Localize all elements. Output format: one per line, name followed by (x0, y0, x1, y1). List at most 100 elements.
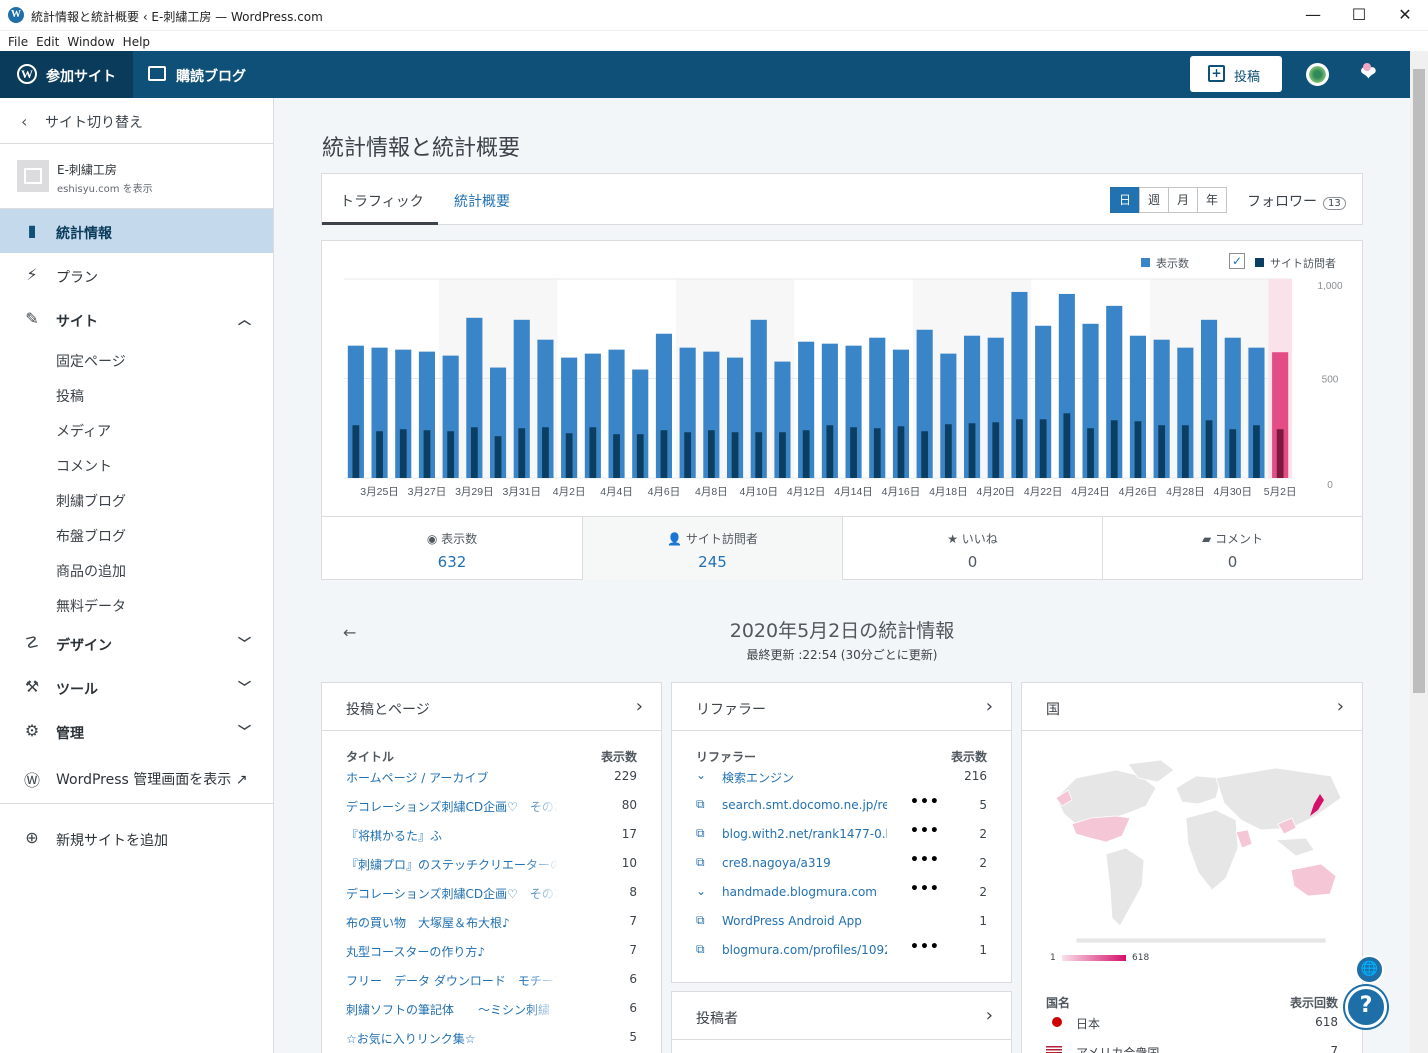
sidebar-sub-pages[interactable]: 固定ページ (0, 341, 273, 376)
sidebar-sub-media[interactable]: メディア (0, 411, 273, 446)
posts-module-header[interactable]: 投稿とページ › (322, 683, 661, 731)
summary-views[interactable]: ◉ 表示数 632 (322, 516, 582, 580)
post-title[interactable]: 刺繍ソフトの筆記体 ～ミシン刺繍 (346, 1001, 558, 1018)
bar-visitors[interactable] (755, 432, 763, 478)
bar-visitors[interactable] (850, 427, 857, 478)
summary-visitors[interactable]: 👤 サイト訪問者 245 (582, 516, 842, 580)
menu-window[interactable]: Window (63, 32, 118, 49)
post-row[interactable]: ☆お気に入りリンク集☆ 5 (322, 1022, 661, 1051)
notifications-button[interactable]: ❤ (1360, 61, 1377, 85)
sidebar-item-add-site[interactable]: ⊕ 新規サイトを追加 (0, 816, 273, 860)
referrer-row[interactable]: ⧉ WordPress Android App 1 (672, 906, 1011, 935)
chevron-down-icon[interactable]: ⌄ (696, 884, 710, 898)
sidebar-item-design[interactable]: ☡ デザイン ﹀ (0, 621, 273, 665)
bar-visitors[interactable] (826, 425, 834, 478)
window-scrollbar[interactable] (1410, 51, 1428, 1053)
post-row[interactable]: 『刺繍プロ』のステッチクリエーターの使い方 10 (322, 848, 661, 877)
help-button[interactable]: ? (1345, 986, 1387, 1028)
tab-insights[interactable]: 統計概要 (454, 191, 510, 211)
referrer-title[interactable]: blogmura.com/profiles/10923131 (722, 943, 887, 957)
referrer-title[interactable]: blog.with2.net/rank1477-0.html (722, 827, 887, 841)
bar-visitors[interactable] (1181, 425, 1189, 478)
bar-visitors[interactable] (660, 430, 668, 478)
referrer-row[interactable]: ⧉ search.smt.docomo.ne.jp/result ••• 5 (672, 790, 1011, 819)
maximize-button[interactable]: ☐ (1336, 2, 1382, 28)
traffic-bar-chart[interactable]: 1,000 500 0 3月25日 3月27日 3月29日 3月31日 4月2日 4月4日 4月6… (322, 241, 1362, 516)
bar-visitors[interactable] (707, 430, 715, 478)
bar-visitors[interactable] (1039, 419, 1047, 478)
bar-visitors[interactable] (376, 431, 383, 478)
reader-button[interactable]: 購読ブログ (148, 66, 246, 86)
world-map[interactable] (1046, 758, 1346, 943)
bar-visitors[interactable] (565, 433, 573, 478)
bar-visitors[interactable] (447, 431, 455, 478)
bar-visitors[interactable] (1016, 419, 1023, 478)
post-row[interactable]: 刺繍ソフトの筆記体 ～ミシン刺繍 6 (322, 993, 661, 1022)
bar-visitors[interactable] (1229, 429, 1237, 478)
countries-module-header[interactable]: 国 › (1022, 683, 1362, 731)
authors-module-header[interactable]: 投稿者 › (672, 992, 1011, 1040)
sidebar-item-plans[interactable]: ⚡ プラン (0, 253, 273, 297)
bar-visitors[interactable] (779, 432, 786, 478)
bar-visitors[interactable] (636, 434, 644, 478)
bar-visitors[interactable] (399, 429, 407, 478)
bar-visitors[interactable] (921, 431, 929, 478)
more-actions-icon[interactable]: ••• (910, 881, 940, 897)
more-actions-icon[interactable]: ••• (910, 794, 940, 810)
external-link-icon[interactable]: ⧉ (696, 826, 710, 841)
bar-visitors[interactable] (1276, 429, 1284, 478)
period-day[interactable]: 日 (1110, 187, 1140, 213)
bar-visitors[interactable] (897, 426, 905, 478)
chevron-down-icon[interactable]: ⌄ (696, 768, 710, 782)
period-year[interactable]: 年 (1197, 187, 1227, 213)
switch-site-button[interactable]: ‹ サイト切り替え (0, 98, 273, 144)
scrollbar-thumb[interactable] (1413, 69, 1425, 693)
bar-visitors[interactable] (731, 432, 739, 478)
bar-visitors[interactable] (873, 428, 881, 478)
bar-visitors[interactable] (1158, 425, 1166, 478)
post-title[interactable]: フリー データ ダウンロード モチーフ (346, 972, 558, 989)
bar-visitors[interactable] (1253, 425, 1260, 478)
referrer-row[interactable]: ⌄ 検索エンジン 216 (672, 761, 1011, 790)
referrer-title[interactable]: handmade.blogmura.com (722, 885, 887, 899)
bar-visitors[interactable] (1205, 420, 1213, 478)
globe-icon[interactable]: 🌐 (1355, 955, 1384, 984)
followers-link[interactable]: フォロワー 13 (1247, 191, 1346, 211)
country-row[interactable]: 日本 618 (1022, 1007, 1362, 1036)
bar-visitors[interactable] (1063, 413, 1071, 478)
referrer-title[interactable]: cre8.nagoya/a319 (722, 856, 887, 870)
external-link-icon[interactable]: ⧉ (696, 797, 710, 812)
sidebar-sub-add-product[interactable]: 商品の追加 (0, 551, 273, 586)
post-row[interactable]: ホームページ / アーカイブ 229 (322, 761, 661, 790)
post-title[interactable]: デコレーションズ刺繍CD企画♡ その2 (346, 798, 558, 815)
sidebar-sub-free-data[interactable]: 無料データ (0, 586, 273, 621)
minimize-button[interactable]: — (1290, 2, 1336, 28)
menu-file[interactable]: File (4, 32, 32, 49)
external-link-icon[interactable]: ⧉ (696, 942, 710, 957)
referrer-row[interactable]: ⧉ cre8.nagoya/a319 ••• 2 (672, 848, 1011, 877)
bar-visitors[interactable] (542, 427, 549, 478)
bar-visitors[interactable] (968, 423, 976, 478)
post-row[interactable]: 丸型コースターの作り方♪ 7 (322, 935, 661, 964)
post-row[interactable]: デコレーションズ刺繍CD企画♡ その2 80 (322, 790, 661, 819)
period-month[interactable]: 月 (1168, 187, 1198, 213)
site-domain[interactable]: eshisyu.com を表示 (57, 180, 153, 195)
sidebar-item-site[interactable]: ✎ サイト ︿ (0, 297, 273, 341)
external-link-icon[interactable]: ⧉ (696, 855, 710, 870)
bar-visitors[interactable] (470, 427, 478, 478)
bar-visitors[interactable] (589, 427, 597, 478)
post-row[interactable]: フリー データ ダウンロード モチーフ 6 (322, 964, 661, 993)
post-title[interactable]: 丸型コースターの作り方♪ (346, 943, 558, 960)
referrers-module-header[interactable]: リファラー › (672, 683, 1011, 731)
sidebar-sub-embroidery-blog[interactable]: 刺繍ブログ (0, 481, 273, 516)
my-sites-button[interactable]: W 参加サイト (0, 51, 133, 98)
menu-edit[interactable]: Edit (32, 32, 63, 49)
post-title[interactable]: 布の買い物 大塚屋＆布大根♪ (346, 914, 558, 931)
referrer-title[interactable]: search.smt.docomo.ne.jp/result (722, 798, 887, 812)
bar-visitors[interactable] (518, 428, 526, 478)
post-row[interactable]: デコレーションズ刺繍CD企画♡ その2 8 (322, 877, 661, 906)
summary-likes[interactable]: ★ いいね 0 (842, 516, 1102, 580)
post-title[interactable]: デコレーションズ刺繍CD企画♡ その2 (346, 885, 558, 902)
sidebar-sub-comments[interactable]: コメント (0, 446, 273, 481)
bar-visitors[interactable] (944, 424, 952, 478)
